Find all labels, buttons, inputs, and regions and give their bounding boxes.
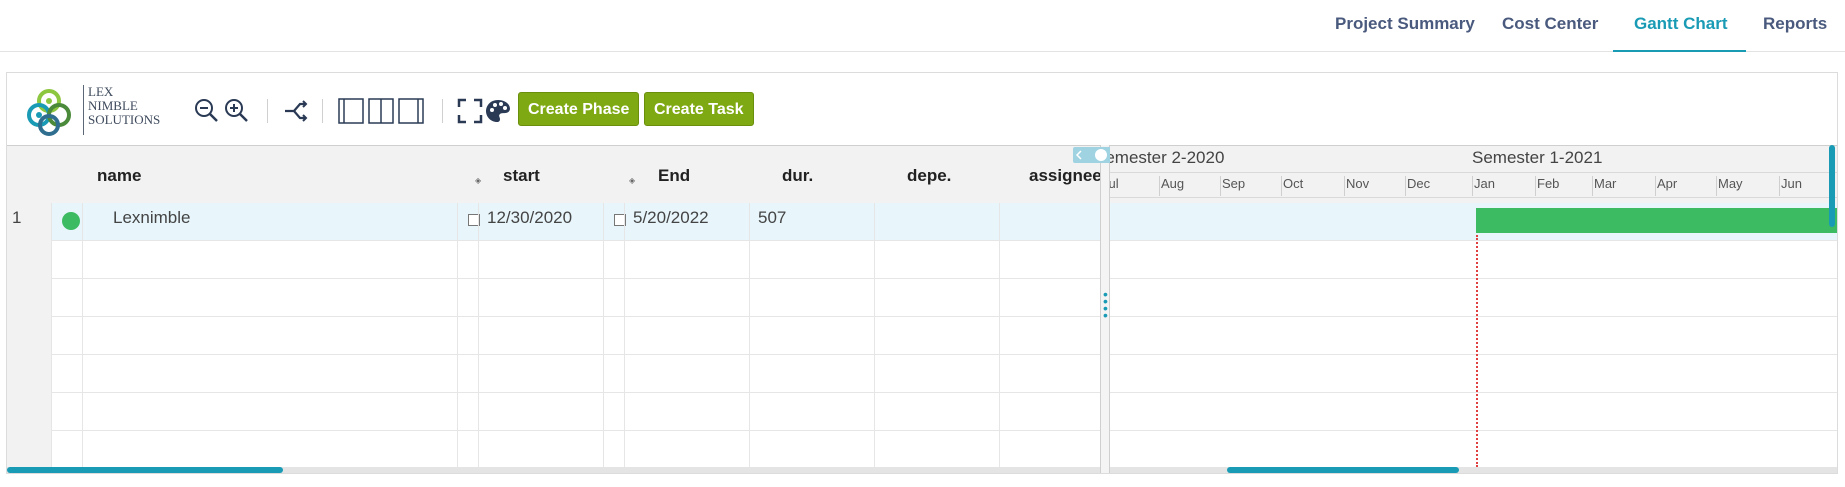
gantt-row[interactable] [1110,393,1837,431]
column-divider [457,203,458,467]
split-right-icon[interactable] [398,98,424,124]
logo-text: LEX NIMBLE SOLUTIONS [83,85,160,135]
month-label: Apr [1655,176,1717,196]
month-label: May [1716,176,1780,196]
logo-text-line1: LEX [88,84,114,99]
gantt-row[interactable] [1110,431,1837,467]
drag-handle-icon[interactable]: • • • • [1103,287,1108,322]
column-header-assignee[interactable]: assignee [1029,166,1100,186]
column-divider [749,203,750,467]
tab-gantt-chart[interactable]: Gantt Chart [1634,14,1728,34]
month-label: Aug [1159,176,1221,196]
create-task-button[interactable]: Create Task [644,92,754,126]
table-row[interactable] [51,317,1100,355]
month-row: Jul Aug Sep Oct Nov Dec Jan Feb Mar Apr … [1110,172,1837,198]
critical-path-icon[interactable] [282,98,308,124]
table-row[interactable] [51,279,1100,317]
task-end-cell[interactable]: 5/20/2022 [633,208,709,228]
sort-icon[interactable]: ◈ [475,176,481,185]
gantt-scroll-track[interactable] [1110,467,1837,473]
today-line [1476,235,1478,467]
palette-icon[interactable] [485,98,511,124]
gantt-horizontal-scrollbar[interactable] [1227,467,1459,473]
table-row[interactable] [51,431,1100,467]
table-row[interactable] [51,241,1100,279]
split-center-icon[interactable] [368,98,394,124]
top-navigation: Project Summary Cost Center Gantt Chart … [0,0,1845,52]
table-row[interactable] [51,355,1100,393]
split-left-icon[interactable] [338,98,364,124]
column-divider [624,203,625,467]
gantt-row[interactable] [1110,279,1837,317]
row-number: 1 [12,208,22,227]
task-bar-lexnimble[interactable] [1476,208,1837,233]
active-tab-indicator [1613,50,1746,52]
zoom-in-icon[interactable] [224,98,250,124]
column-header-duration[interactable]: dur. [782,166,813,186]
month-label: Feb [1535,176,1593,196]
status-dot [62,212,80,230]
gantt-row[interactable] [1110,241,1837,279]
month-label: Nov [1344,176,1406,196]
company-logo: LEX NIMBLE SOLUTIONS [25,85,175,137]
table-row[interactable]: Lexnimble 12/30/2020 5/20/2022 507 [51,203,1100,241]
column-divider [51,203,52,467]
gantt-header: Semester 2-2020 Semester 1-2021 Jul Aug … [1110,145,1837,204]
column-divider [82,203,83,467]
gantt-row[interactable] [1110,355,1837,393]
fullscreen-icon[interactable] [457,98,483,124]
grid-horizontal-scrollbar[interactable] [7,467,283,473]
toolbar-divider [442,99,443,123]
task-grid: name ◈ start ◈ End dur. depe. assignee L… [7,145,1100,467]
sort-icon[interactable]: ◈ [629,176,635,185]
column-divider [874,203,875,467]
task-name-cell[interactable]: Lexnimble [113,208,191,228]
gantt-panel: LEX NIMBLE SOLUTIONS Create Phase Create… [6,72,1838,474]
tab-project-summary[interactable]: Project Summary [1335,14,1475,34]
grid-gantt-splitter[interactable]: • • • • [1100,145,1110,473]
column-header-start[interactable]: start [503,166,540,186]
logo-text-line3: SOLUTIONS [88,112,161,127]
logo-text-line2: NIMBLE [88,98,138,113]
column-header-dependencies[interactable]: depe. [907,166,951,186]
row-number-column [7,203,51,467]
month-label: Mar [1592,176,1656,196]
toolbar-divider [267,99,268,123]
month-label: Dec [1405,176,1467,196]
column-divider [603,203,604,467]
tab-cost-center[interactable]: Cost Center [1502,14,1598,34]
grid-header: name ◈ start ◈ End dur. depe. assignee [7,145,1100,205]
month-label: Oct [1281,176,1345,196]
column-divider [478,203,479,467]
create-phase-button[interactable]: Create Phase [518,92,640,126]
tab-reports[interactable]: Reports [1763,14,1827,34]
gantt-row[interactable] [1110,317,1837,355]
semester-label: Semester 1-2021 [1472,148,1603,167]
toolbar-divider [322,99,323,123]
month-label: Jan [1472,176,1536,196]
zoom-out-icon[interactable] [194,98,220,124]
logo-mark-icon [27,89,71,136]
table-row[interactable] [51,393,1100,431]
task-duration-cell[interactable]: 507 [758,208,786,228]
month-label: Jul [1110,176,1152,196]
toolbar: LEX NIMBLE SOLUTIONS Create Phase Create… [7,73,1837,145]
task-start-cell[interactable]: 12/30/2020 [487,208,572,228]
month-label: Sep [1220,176,1282,196]
gantt-chart: Semester 2-2020 Semester 1-2021 Jul Aug … [1110,145,1837,467]
gantt-vertical-scrollbar[interactable] [1829,145,1835,227]
column-header-end[interactable]: End [658,166,690,186]
column-divider [999,203,1000,467]
column-header-name[interactable]: name [97,166,141,186]
semester-label: Semester 2-2020 [1110,148,1225,167]
